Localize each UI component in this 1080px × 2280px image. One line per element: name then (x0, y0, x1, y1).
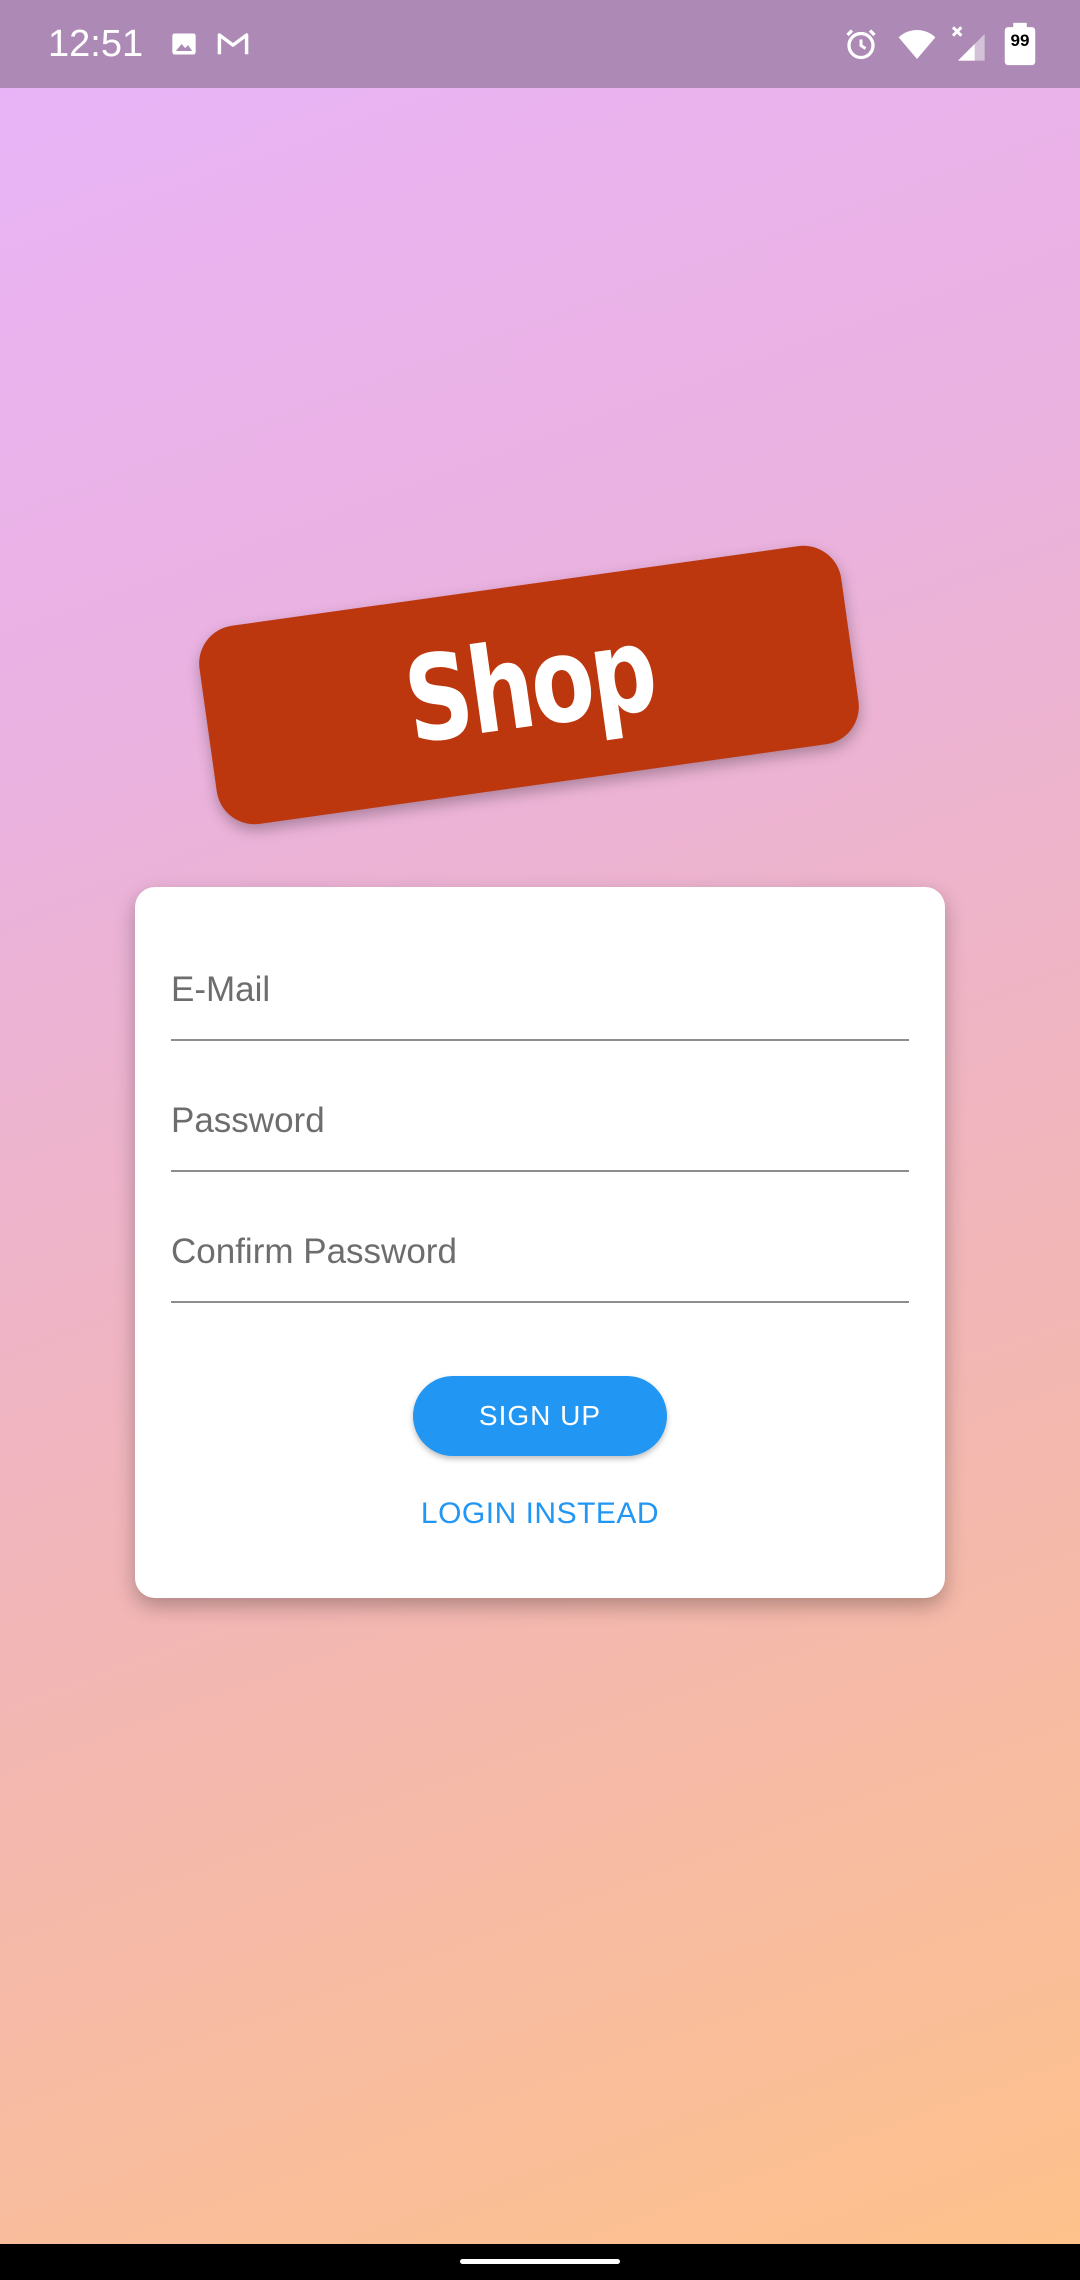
confirm-password-field-container (171, 1172, 909, 1303)
email-field-container (171, 910, 909, 1041)
image-icon (170, 22, 198, 66)
auth-card: SIGN UP LOGIN INSTEAD (135, 887, 945, 1598)
shop-logo-badge: Shop (194, 540, 864, 830)
gmail-icon (216, 22, 250, 66)
alarm-icon (843, 22, 879, 66)
signup-screen: 12:51 99 Shop E-Mail SIGN UP LOGIN INSTE… (0, 0, 1080, 2280)
battery-icon: 99 (1003, 22, 1037, 66)
signup-button[interactable]: SIGN UP (413, 1376, 667, 1456)
status-time: 12:51 (48, 23, 144, 65)
wifi-icon (897, 22, 937, 66)
password-field[interactable] (171, 1041, 909, 1170)
navigation-bar (0, 2244, 1080, 2280)
home-gesture-handle[interactable] (460, 2259, 620, 2264)
email-field[interactable] (171, 910, 909, 1039)
password-field-container (171, 1041, 909, 1172)
status-bar: 12:51 99 (0, 0, 1080, 88)
shop-logo-text: Shop (396, 599, 662, 771)
confirm-password-underline (171, 1301, 909, 1303)
shop-logo: Shop (194, 540, 864, 830)
signal-icon (948, 22, 988, 66)
confirm-password-field[interactable] (171, 1172, 909, 1301)
battery-level: 99 (1010, 31, 1030, 50)
login-instead-button[interactable]: LOGIN INSTEAD (135, 1497, 945, 1531)
